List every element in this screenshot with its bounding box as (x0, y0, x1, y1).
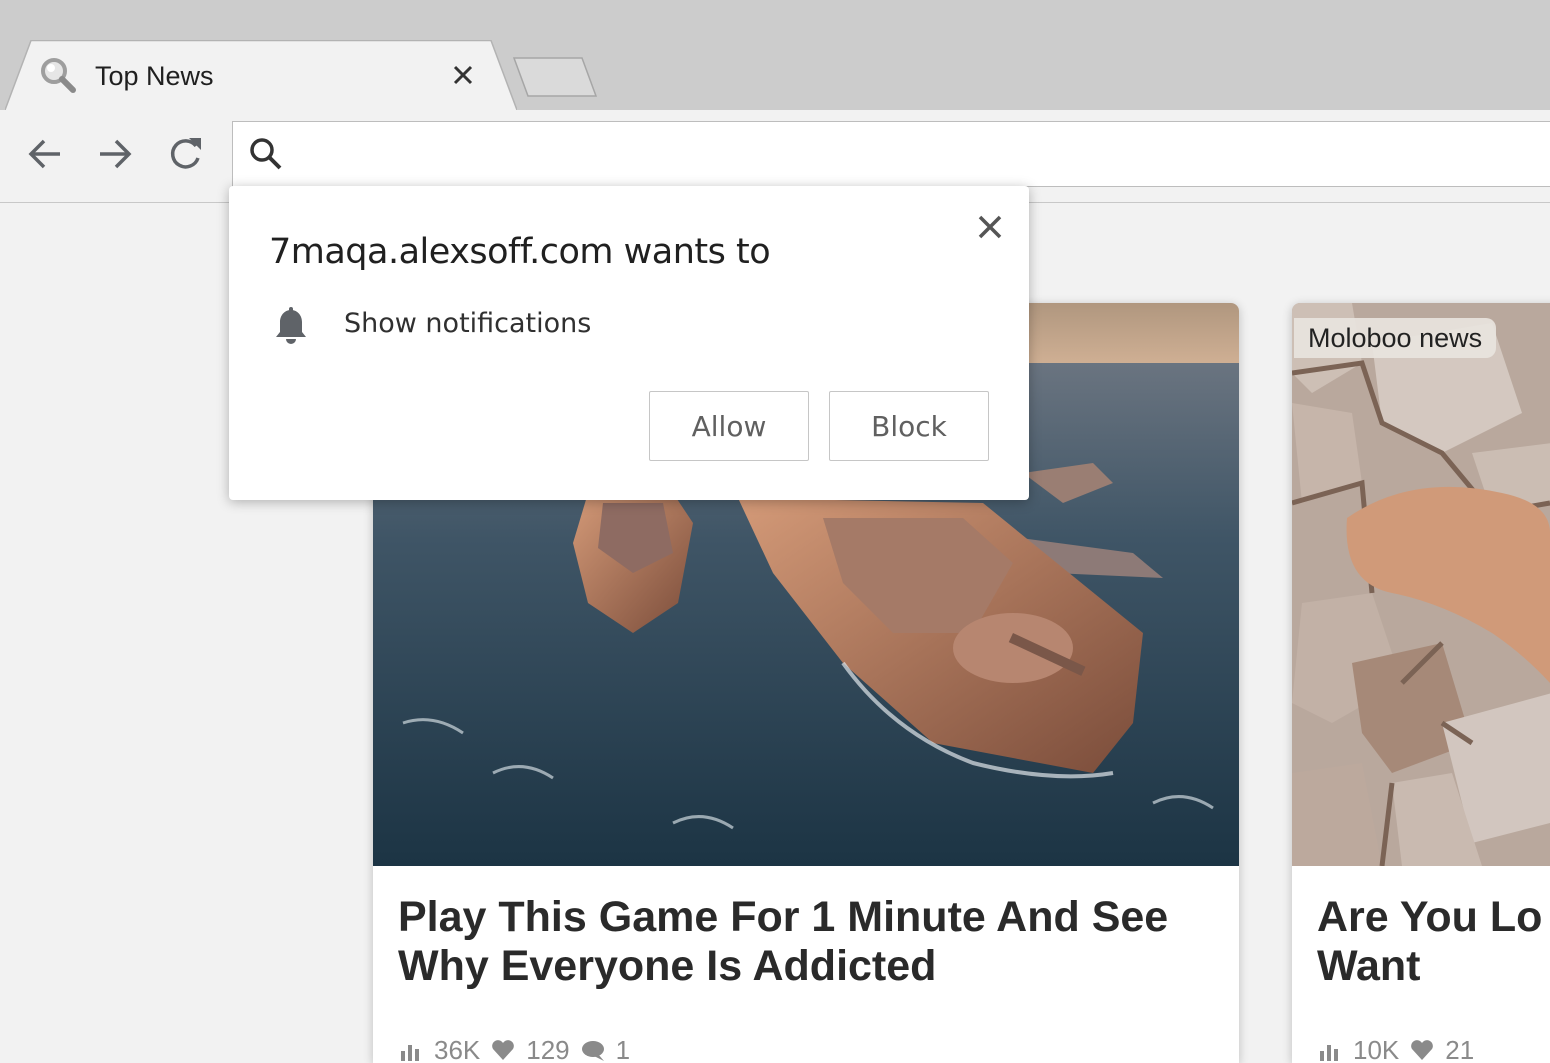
comments-count: 1 (616, 1035, 630, 1063)
permission-title: 7maqa.alexsoff.com wants to (269, 232, 770, 272)
card-stats: 36K 129 1 (398, 1035, 630, 1063)
notification-permission-popup: 7maqa.alexsoff.com wants to Show notific… (229, 186, 1029, 500)
views-count: 36K (434, 1035, 480, 1063)
heart-icon (490, 1037, 516, 1063)
address-input[interactable] (300, 130, 1504, 180)
search-icon (248, 136, 284, 172)
views-count: 10K (1353, 1035, 1399, 1063)
heart-icon (1409, 1037, 1435, 1063)
back-arrow-icon[interactable] (25, 134, 65, 174)
card-stats: 10K 21 (1317, 1035, 1474, 1063)
tab-outline (5, 40, 517, 110)
new-tab-button[interactable] (512, 56, 598, 98)
bell-icon (273, 306, 309, 346)
likes-count: 21 (1445, 1035, 1474, 1063)
stone-floor-image (1292, 303, 1550, 866)
close-icon[interactable] (973, 210, 1007, 244)
tab-title: Top News (95, 57, 214, 95)
card-title[interactable]: Play This Game For 1 Minute And See Why … (398, 893, 1218, 991)
allow-button[interactable]: Allow (649, 391, 809, 461)
search-favicon-icon (40, 57, 78, 95)
views-chart-icon (1317, 1037, 1343, 1063)
forward-arrow-icon[interactable] (95, 134, 135, 174)
source-badge: Moloboo news (1294, 318, 1496, 358)
views-chart-icon (398, 1037, 424, 1063)
permission-label: Show notifications (344, 308, 591, 339)
tab-close-icon[interactable] (448, 60, 478, 90)
reload-icon[interactable] (165, 134, 205, 174)
card-title[interactable]: Are You Lo Want (1317, 893, 1550, 991)
comment-icon (580, 1037, 606, 1063)
likes-count: 129 (526, 1035, 569, 1063)
news-card[interactable]: Moloboo news Are You Lo Want 10K 21 (1292, 303, 1550, 1063)
block-button[interactable]: Block (829, 391, 989, 461)
